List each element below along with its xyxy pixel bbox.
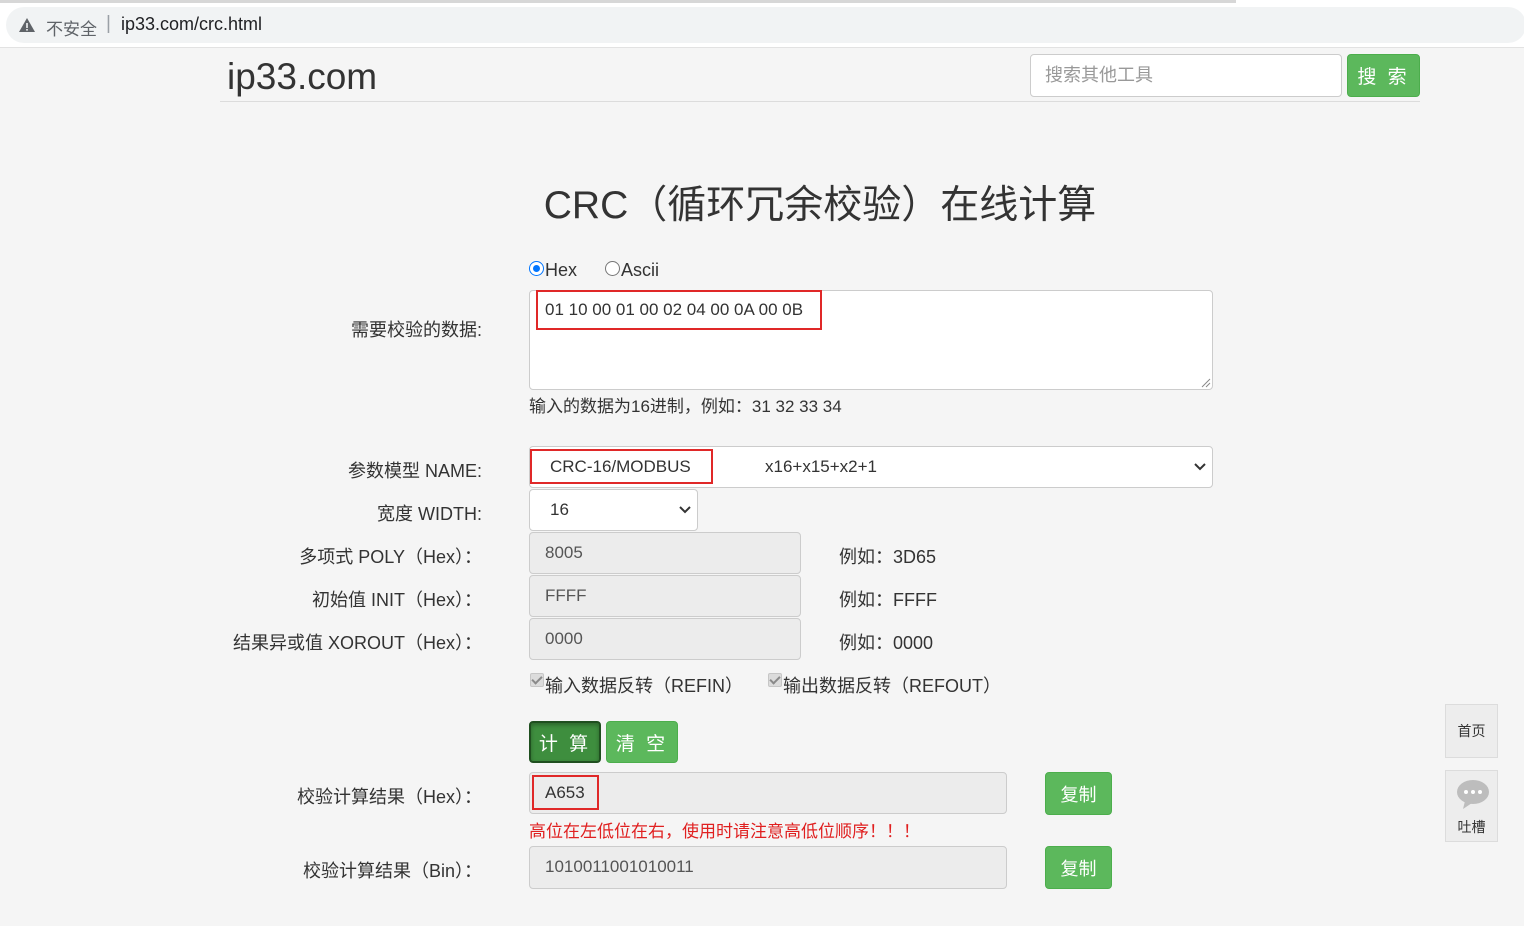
header-divider [220,101,1420,102]
refout-label[interactable]: 输出数据反转（REFOUT） [783,672,1001,698]
width-value: 16 [550,500,569,519]
copy-bin-button[interactable]: 复制 [1045,846,1112,889]
result-bin-value: 1010011001010011 [545,857,694,876]
clear-button[interactable]: 清 空 [606,721,678,763]
chevron-down-icon [1194,463,1206,471]
radio-hex-label[interactable]: Hex [545,260,577,281]
poly-value: 8005 [545,543,583,562]
xorout-value: 0000 [545,629,583,648]
data-hint: 输入的数据为16进制，例如：31 32 33 34 [529,397,842,416]
model-name: CRC-16/MODBUS [550,457,691,476]
float-feedback-button[interactable]: 吐槽 [1445,770,1498,842]
radio-ascii[interactable] [605,261,620,276]
poly-example: 例如：3D65 [839,547,937,567]
data-label: 需要校验的数据: [350,320,482,340]
radio-ascii-label[interactable]: Ascii [621,260,659,281]
copy-hex-button[interactable]: 复制 [1045,772,1112,815]
float-home-button[interactable]: 首页 [1445,704,1498,758]
chevron-down-icon [679,506,691,514]
width-label: 宽度 WIDTH: [377,504,482,524]
resize-handle-icon[interactable] [1199,376,1211,388]
refin-checkbox[interactable] [530,673,544,687]
poly-label: 多项式 POLY（Hex）： [299,547,482,567]
init-example: 例如：FFFF [839,590,937,610]
init-label: 初始值 INIT（Hex）： [311,590,482,610]
search-input[interactable] [1030,54,1342,97]
xorout-example: 例如：0000 [839,633,934,653]
tab-strip-edge [0,0,1236,3]
result-hex-value: A653 [545,783,585,802]
model-label: 参数模型 NAME: [347,461,482,481]
result-hex-field[interactable] [529,772,1007,814]
bit-order-warning: 高位在左低位在右，使用时请注意高低位顺序！！！ [529,822,920,841]
chat-bubble-icon [1457,780,1489,809]
address-separator: | [106,13,111,34]
result-hex-label: 校验计算结果（Hex）： [296,787,482,807]
init-value: FFFF [545,586,587,605]
refout-checkbox[interactable] [768,673,782,687]
security-status[interactable]: 不安全 [46,15,97,40]
refin-label[interactable]: 输入数据反转（REFIN） [545,672,743,698]
xorout-label: 结果异或值 XOROUT（Hex）： [232,633,482,653]
site-logo[interactable]: ip33.com [227,56,377,98]
data-value[interactable]: 01 10 00 01 00 02 04 00 0A 00 0B [545,300,803,320]
result-bin-label: 校验计算结果（Bin）： [302,861,482,881]
calculate-button[interactable]: 计 算 [529,721,601,763]
radio-hex[interactable] [529,261,544,276]
search-button[interactable]: 搜 索 [1347,54,1420,97]
page-title: CRC（循环冗余校验）在线计算 [543,184,1097,227]
model-poly: x16+x15+x2+1 [765,457,878,476]
warning-icon[interactable] [18,16,36,34]
feedback-label: 吐槽 [1457,819,1486,835]
url-text[interactable]: ip33.com/crc.html [121,14,262,35]
